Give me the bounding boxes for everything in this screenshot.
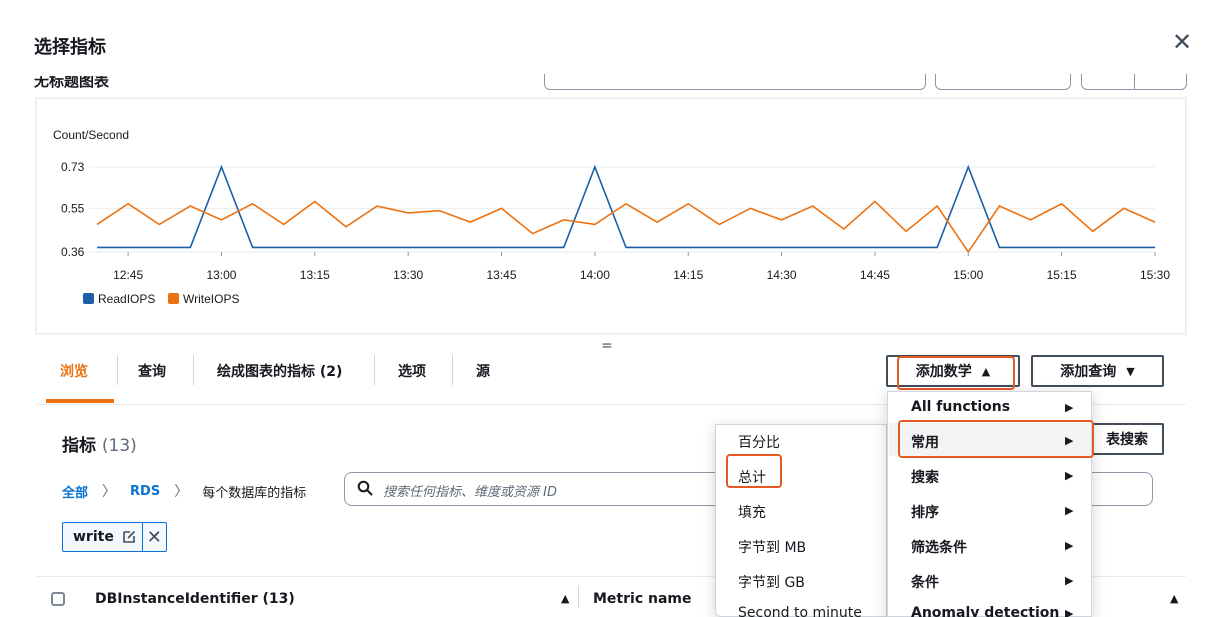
- x-tick-label: 14:30: [767, 268, 797, 282]
- submenu-item-bytes-to-gb[interactable]: 字节到 GB: [738, 572, 805, 592]
- tab-options[interactable]: 选项: [398, 361, 426, 381]
- add-math-label: 添加数学: [915, 364, 972, 380]
- menu-item-anomaly-detection[interactable]: Anomaly detection: [911, 605, 1059, 617]
- caret-up-icon: ▲: [981, 364, 991, 378]
- chart-panel: Count/Second 0.73 0.55 0.36 12:45 13:00 13:15 1…: [36, 98, 1186, 334]
- series-line-ReadIOPS: [97, 164, 1155, 249]
- caret-right-icon: ▶: [1065, 504, 1074, 517]
- sort-up-icon[interactable]: ▲: [1170, 592, 1178, 605]
- submenu-item-percentage[interactable]: 百分比: [738, 432, 780, 452]
- legend-label: ReadIOPS: [98, 292, 155, 306]
- caret-right-icon: ▶: [1065, 401, 1074, 414]
- tab-query[interactable]: 查询: [138, 361, 166, 381]
- add-query-label: 添加查询: [1060, 364, 1117, 380]
- tab-browse[interactable]: 浏览: [60, 361, 88, 381]
- y-tick-label: 0.73: [61, 160, 85, 174]
- x-tick-label: 13:45: [487, 268, 517, 282]
- timezone-select[interactable]: [935, 74, 1071, 90]
- add-math-button[interactable]: 添加数学 ▲: [886, 355, 1020, 387]
- caret-right-icon: ▶: [1065, 607, 1074, 617]
- x-tick-label: 14:15: [673, 268, 703, 282]
- menu-item-conditional[interactable]: 条件: [911, 572, 939, 592]
- edit-icon[interactable]: [120, 528, 138, 546]
- search-placeholder: 搜索任何指标、维度或资源 ID: [383, 485, 557, 500]
- x-tick-label: 13:30: [393, 268, 423, 282]
- breadcrumb: 全部 〉 RDS 〉 每个数据库的指标: [62, 481, 306, 501]
- x-tick-label: 14:45: [860, 268, 890, 282]
- metrics-heading: 指标 (13): [62, 431, 137, 456]
- x-tick-label: 15:00: [953, 268, 983, 282]
- series-line-WriteIOPS: [96, 200, 1156, 254]
- caret-right-icon: ▶: [1065, 539, 1074, 552]
- x-tick-label: 15:30: [1140, 268, 1170, 282]
- filter-token-label: write: [73, 529, 114, 545]
- legend-swatch: [168, 293, 179, 304]
- search-icon: [357, 480, 373, 496]
- y-tick-label: 0.55: [61, 201, 85, 215]
- graph-search-button[interactable]: 表搜索: [1085, 423, 1164, 455]
- active-tab-indicator: [46, 399, 114, 403]
- breadcrumb-rds[interactable]: RDS: [130, 484, 160, 499]
- submenu-item-fill[interactable]: 填充: [738, 502, 766, 522]
- menu-item-all-functions[interactable]: All functions: [911, 399, 1010, 415]
- y-tick-label: 0.36: [61, 245, 85, 259]
- metrics-search-input[interactable]: 搜索任何指标、维度或资源 ID: [344, 472, 724, 506]
- refresh-control[interactable]: [1081, 74, 1187, 90]
- y-axis-label: Count/Second: [53, 128, 129, 142]
- column-header-db-instance[interactable]: DBInstanceIdentifier (13): [95, 591, 295, 607]
- remove-filter-icon[interactable]: ✕: [141, 523, 166, 551]
- metrics-count: (13): [101, 436, 137, 456]
- menu-item-common[interactable]: 常用: [911, 432, 939, 452]
- breadcrumb-current: 每个数据库的指标: [202, 485, 307, 501]
- time-range-selector[interactable]: [544, 74, 926, 90]
- add-query-button[interactable]: 添加查询 ▼: [1031, 355, 1164, 387]
- metrics-chart: Count/Second 0.73 0.55 0.36 12:45 13:00 13:15 1…: [53, 128, 1170, 306]
- close-icon[interactable]: ✕: [1170, 30, 1194, 54]
- breadcrumb-all[interactable]: 全部: [62, 482, 88, 501]
- graph-title[interactable]: 无标题图表: [34, 76, 109, 88]
- x-tick-label: 12:45: [113, 268, 143, 282]
- chart-axes: Count/Second 0.73 0.55 0.36 12:45 13:00 13:15 1…: [53, 128, 1170, 282]
- filter-token: write ✕: [62, 522, 167, 552]
- chevron-right-icon: 〉: [102, 484, 117, 500]
- metrics-search-input-end[interactable]: [1085, 472, 1153, 506]
- chart-series: [96, 164, 1156, 254]
- legend-swatch: [83, 293, 94, 304]
- x-tick-label: 15:15: [1047, 268, 1077, 282]
- chart-legend: ReadIOPS WriteIOPS: [83, 292, 239, 306]
- x-tick-label: 14:00: [580, 268, 610, 282]
- menu-item-filter[interactable]: 筛选条件: [911, 537, 967, 557]
- caret-right-icon: ▶: [1065, 469, 1074, 482]
- caret-right-icon: ▶: [1065, 434, 1074, 447]
- metrics-heading-label: 指标: [62, 436, 96, 456]
- caret-down-icon: ▼: [1126, 364, 1135, 378]
- tab-source[interactable]: 源: [476, 361, 490, 381]
- x-tick-label: 13:00: [206, 268, 236, 282]
- caret-right-icon: ▶: [1065, 574, 1074, 587]
- submenu-item-bytes-to-mb[interactable]: 字节到 MB: [738, 537, 806, 557]
- select-all-checkbox[interactable]: [51, 592, 65, 606]
- chevron-right-icon: 〉: [174, 484, 189, 500]
- column-header-metric-name[interactable]: Metric name: [593, 591, 692, 607]
- submenu-item-sum[interactable]: 总计: [738, 467, 766, 487]
- sort-up-icon[interactable]: ▲: [561, 592, 569, 605]
- x-tick-label: 13:15: [300, 268, 330, 282]
- modal-title: 选择指标: [34, 37, 106, 58]
- legend-label: WriteIOPS: [183, 292, 239, 306]
- tab-graphed-metrics[interactable]: 绘成图表的指标 (2): [217, 361, 342, 381]
- menu-item-sort[interactable]: 排序: [911, 502, 939, 522]
- menu-item-search[interactable]: 搜索: [911, 467, 939, 487]
- submenu-item-second-to-minute[interactable]: Second to minute: [738, 605, 862, 617]
